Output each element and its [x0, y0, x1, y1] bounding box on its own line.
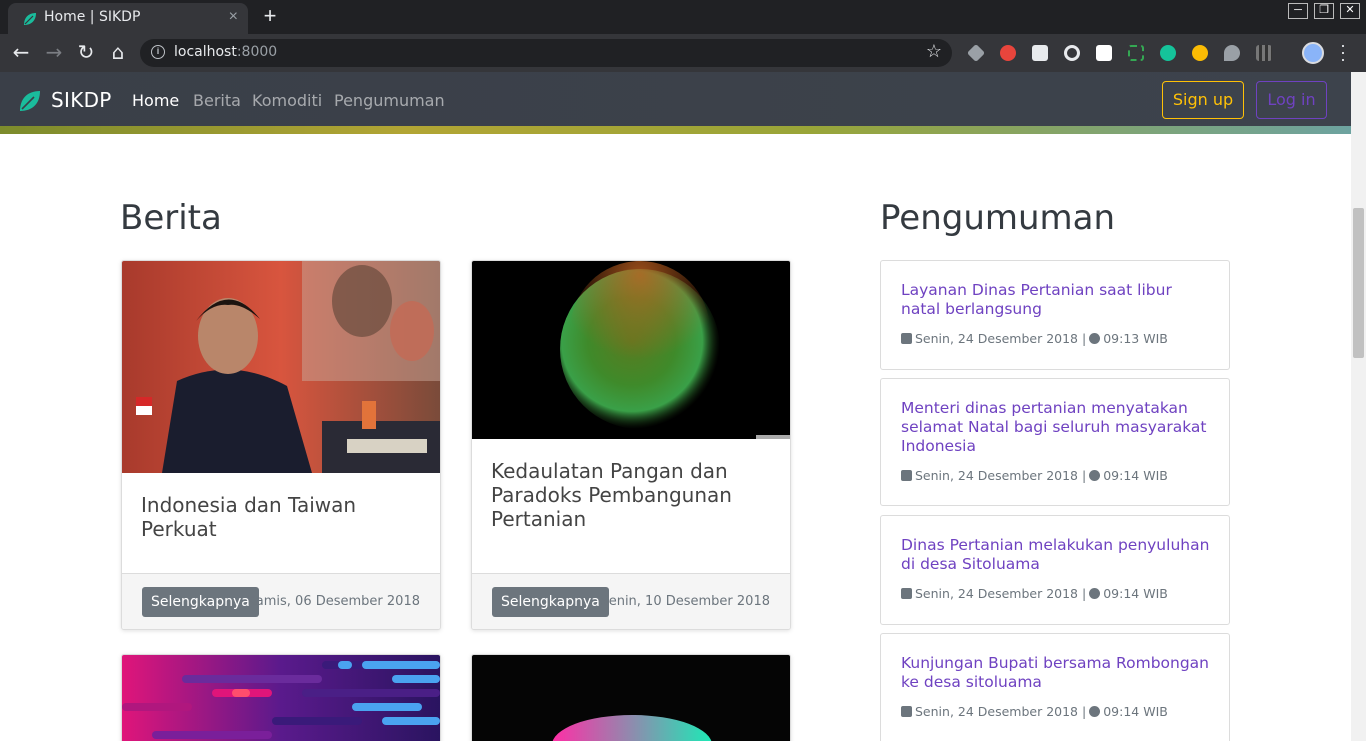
minimize-window-button[interactable]: ─	[1288, 3, 1308, 19]
browser-tab-active[interactable]: Home | SIKDP ×	[8, 3, 248, 34]
announcement-item: Kunjungan Bupati bersama Rombongan ke de…	[880, 633, 1230, 741]
login-button[interactable]: Log in	[1256, 81, 1327, 119]
calendar-icon	[901, 333, 912, 344]
announcement-meta: Senin, 24 Desember 2018 | 09:14 WIB	[901, 468, 1168, 483]
extension-puzzle-icon[interactable]	[966, 43, 986, 63]
extension-target-icon[interactable]	[1064, 45, 1080, 61]
calendar-icon	[901, 706, 912, 717]
clock-icon	[1089, 470, 1101, 481]
news-card-footer: Selengkapnya Kamis, 06 Desember 2018	[122, 573, 440, 629]
nav-link-berita[interactable]: Berita	[193, 91, 241, 110]
extension-notes-icon[interactable]	[1096, 45, 1112, 61]
announcement-title-link[interactable]: Kunjungan Bupati bersama Rombongan ke de…	[901, 654, 1211, 692]
news-photo-image[interactable]	[122, 261, 440, 473]
nav-link-komoditi[interactable]: Komoditi	[252, 91, 322, 110]
extension-qr-icon[interactable]	[1256, 45, 1272, 61]
bookmark-star-icon[interactable]: ☆	[926, 41, 942, 62]
berita-heading: Berita	[120, 198, 222, 238]
announcement-meta: Senin, 24 Desember 2018 | 09:13 WIB	[901, 331, 1168, 346]
calendar-icon	[901, 588, 912, 599]
leaf-icon	[24, 13, 36, 25]
announcement-title-link[interactable]: Dinas Pertanian melakukan penyuluhan di …	[901, 536, 1211, 574]
browser-toolbar: ← → ↻ ⌂ i localhost:8000 ☆ · · ·	[0, 34, 1366, 72]
new-tab-button[interactable]: +	[258, 5, 282, 29]
browser-tab-bar: Home | SIKDP × + ─ ❐ ✕	[0, 0, 1366, 34]
announcement-meta: Senin, 24 Desember 2018 | 09:14 WIB	[901, 586, 1168, 601]
announcement-item: Layanan Dinas Pertanian saat libur natal…	[880, 260, 1230, 370]
news-fuzzy-sphere-image[interactable]	[472, 261, 790, 439]
profile-avatar[interactable]	[1302, 42, 1324, 64]
news-card-title[interactable]: Indonesia dan Taiwan Perkuat	[141, 493, 421, 541]
url-text: localhost:8000	[174, 44, 278, 60]
extension-location-icon[interactable]	[1224, 45, 1240, 61]
address-bar[interactable]: i localhost:8000 ☆	[140, 39, 952, 67]
reload-icon[interactable]: ↻	[75, 42, 97, 64]
site-info-icon[interactable]: i	[151, 45, 165, 59]
announcement-meta: Senin, 24 Desember 2018 | 09:14 WIB	[901, 704, 1168, 719]
restore-window-button[interactable]: ❐	[1314, 3, 1334, 19]
read-more-button[interactable]: Selengkapnya	[142, 587, 259, 617]
header-background-image	[0, 126, 1351, 134]
extension-grammarly-icon[interactable]	[1160, 45, 1176, 61]
news-card: Kedaulatan Pangan dan Paradoks Pembangun…	[471, 260, 791, 630]
more-menu-icon[interactable]: · · ·	[1338, 36, 1348, 68]
home-icon[interactable]: ⌂	[107, 42, 129, 64]
calendar-icon	[901, 470, 912, 481]
announcement-item: Dinas Pertanian melakukan penyuluhan di …	[880, 515, 1230, 625]
news-card-footer: Selengkapnya Senin, 10 Desember 2018	[472, 573, 790, 629]
announcement-item: Menteri dinas pertanian menyatakan selam…	[880, 378, 1230, 506]
signup-button[interactable]: Sign up	[1162, 81, 1244, 119]
announcement-title-link[interactable]: Menteri dinas pertanian menyatakan selam…	[901, 399, 1211, 456]
news-card-date: Senin, 10 Desember 2018	[600, 594, 770, 609]
clock-icon	[1089, 706, 1101, 717]
nav-link-home[interactable]: Home	[132, 91, 179, 110]
news-card	[121, 654, 441, 741]
back-arrow-icon[interactable]: ←	[10, 42, 32, 64]
extension-santa-icon[interactable]	[1000, 45, 1016, 61]
forward-arrow-icon[interactable]: →	[43, 42, 65, 64]
tab-title: Home | SIKDP	[44, 9, 141, 25]
close-window-button[interactable]: ✕	[1340, 3, 1360, 19]
announcement-title-link[interactable]: Layanan Dinas Pertanian saat libur natal…	[901, 281, 1211, 319]
page-viewport: SIKDP Home Berita Komoditi Pengumuman Si…	[0, 72, 1351, 741]
news-code-stripes-image[interactable]	[122, 655, 440, 741]
extension-colorpicker-icon[interactable]	[1192, 45, 1208, 61]
scrollbar-thumb[interactable]	[1353, 208, 1364, 358]
page-scrollbar[interactable]	[1351, 72, 1366, 741]
news-card: Indonesia dan Taiwan Perkuat Selengkapny…	[121, 260, 441, 630]
close-tab-icon[interactable]: ×	[229, 8, 238, 26]
news-neon-shape-image[interactable]	[472, 655, 790, 741]
pengumuman-heading: Pengumuman	[880, 198, 1116, 238]
news-card-title[interactable]: Kedaulatan Pangan dan Paradoks Pembangun…	[491, 459, 771, 531]
news-card	[471, 654, 791, 741]
brand-name: SIKDP	[51, 88, 112, 112]
extension-screenshot-icon[interactable]	[1128, 45, 1144, 61]
news-card-date: Kamis, 06 Desember 2018	[247, 594, 420, 609]
nav-link-pengumuman[interactable]: Pengumuman	[334, 91, 445, 110]
clock-icon	[1089, 333, 1101, 344]
read-more-button[interactable]: Selengkapnya	[492, 587, 609, 617]
clock-icon	[1089, 588, 1101, 599]
extension-cube-icon[interactable]	[1032, 45, 1048, 61]
navbar: SIKDP Home Berita Komoditi Pengumuman Si…	[0, 72, 1351, 134]
leaf-icon	[20, 91, 40, 111]
